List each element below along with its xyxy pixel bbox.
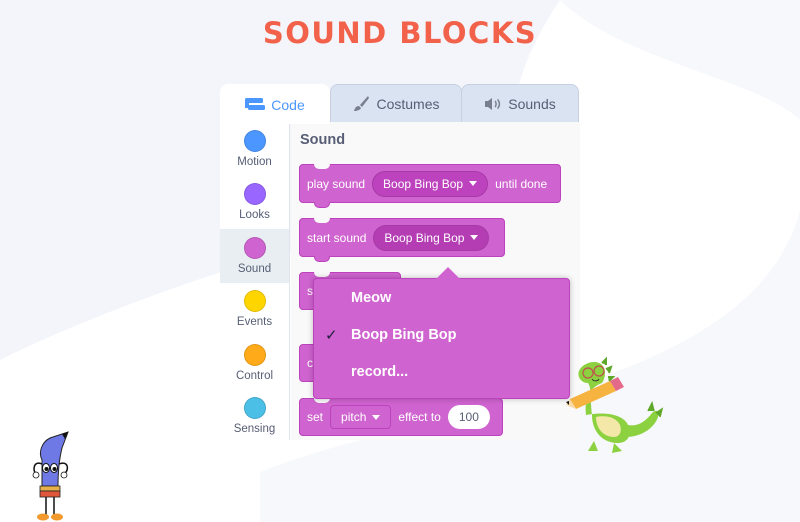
block-notch [314,218,330,223]
events-dot-icon [243,290,266,313]
page-title: SOUND BLOCKS [262,16,538,50]
sensing-dot-icon [243,397,266,420]
block-notch [314,164,330,169]
category-label: Motion [237,155,272,168]
dinosaur-mascot-illustration [566,356,664,453]
editor-tabs: Code Costumes Sounds [220,84,580,124]
paintbrush-icon [352,95,370,113]
set-effect-block[interactable]: set pitch effect to 100 [299,398,503,436]
category-label: Sound [237,262,272,275]
motion-dot-icon [243,129,266,152]
effect-menu-input[interactable]: pitch [330,405,392,429]
caret-down-icon [470,235,479,240]
sound-dot-icon [243,236,266,259]
category-looks[interactable]: Looks [220,176,289,230]
block-notch [314,272,330,277]
block-text: start sound [307,230,367,245]
dropdown-item-record[interactable]: record... [314,355,569,389]
start-sound-block[interactable]: start sound Boop Bing Bop [299,218,505,262]
tab-code[interactable]: Code [220,84,330,124]
category-label: Events [236,316,273,329]
pencil-mascot-illustration [32,431,69,521]
category-label: Sensing [233,423,276,436]
dropdown-item-label: Meow [351,290,392,306]
sound-menu-input[interactable]: Boop Bing Bop [373,224,490,251]
category-events[interactable]: Events [220,283,289,337]
effect-value-input[interactable]: 100 [447,405,490,429]
speaker-icon [484,97,502,111]
sound-dropdown-menu: Meow ✓ Boop Bing Bop record... [313,267,570,399]
dropdown-item-boop-bing-bop[interactable]: ✓ Boop Bing Bop [314,318,569,352]
code-blocks-icon [245,97,266,112]
block-text: until done [495,176,548,191]
category-menu: Motion Looks Sound Events Control Sensin… [220,122,290,440]
block-tab [314,202,330,208]
palette-section-title: Sound [300,132,346,148]
tab-costumes[interactable]: Costumes [330,84,462,122]
caret-down-icon [372,414,381,420]
block-text: play sound [307,176,366,191]
block-text: effect to [398,410,441,424]
control-dot-icon [243,343,266,366]
tab-sounds[interactable]: Sounds [461,84,579,122]
sound-menu-value: Boop Bing Bop [383,176,464,191]
dropdown-item-meow[interactable]: Meow [314,281,569,315]
play-sound-until-done-block[interactable]: play sound Boop Bing Bop until done [299,164,561,208]
category-label: Control [235,369,274,382]
category-motion[interactable]: Motion [220,122,289,176]
tab-costumes-label: Costumes [376,95,440,112]
looks-dot-icon [243,183,266,206]
tab-sounds-label: Sounds [508,95,556,112]
checkmark-icon: ✓ [325,327,338,344]
effect-menu-value: pitch [341,410,367,424]
block-text: set [307,410,324,424]
block-tab [314,256,330,262]
category-control[interactable]: Control [220,336,289,390]
dropdown-pointer [436,267,460,279]
caret-down-icon [469,181,478,186]
category-sensing[interactable]: Sensing [220,390,289,441]
category-sound[interactable]: Sound [220,229,289,283]
dropdown-item-label: record... [351,364,409,380]
sound-menu-value: Boop Bing Bop [384,230,465,245]
category-label: Looks [239,209,270,222]
dropdown-item-label: Boop Bing Bop [351,327,457,343]
sound-menu-input[interactable]: Boop Bing Bop [372,170,489,197]
tab-code-label: Code [271,96,305,113]
